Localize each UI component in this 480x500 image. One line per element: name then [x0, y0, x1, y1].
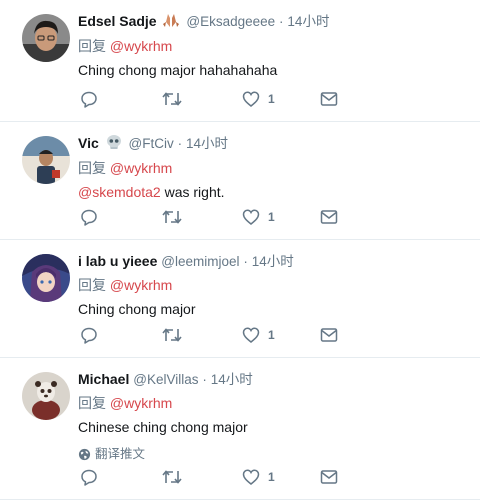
reply-prefix: 回复: [78, 395, 106, 411]
reply-to-link[interactable]: @wykrhm: [110, 277, 172, 293]
translate-tweet-link[interactable]: 翻译推文: [78, 445, 480, 463]
like-button[interactable]: 1: [242, 467, 275, 487]
separator-dot: ·: [202, 372, 207, 387]
reply-prefix: 回复: [78, 160, 106, 176]
reply-icon: [81, 327, 97, 344]
tweet-actions: 1: [80, 207, 340, 227]
reply-to-link[interactable]: @wykrhm: [110, 160, 172, 176]
reply-context: 回复 @wykrhm: [78, 275, 480, 295]
avatar[interactable]: [22, 254, 70, 302]
like-count: 1: [268, 470, 275, 484]
like-count: 1: [268, 210, 275, 224]
reply-to-link[interactable]: @wykrhm: [110, 395, 172, 411]
reply-button[interactable]: [80, 467, 98, 487]
user-handle[interactable]: @KelVillas: [133, 372, 198, 387]
tweet-text: Ching chong major: [78, 301, 196, 317]
separator-dot: ·: [243, 254, 248, 269]
reply-icon: [81, 469, 97, 486]
user-handle[interactable]: @FtCiv: [129, 136, 174, 151]
timestamp[interactable]: 14小时: [211, 372, 253, 387]
heart-icon: [242, 469, 260, 485]
reply-button[interactable]: [80, 89, 98, 109]
reply-icon: [81, 91, 97, 108]
message-icon: [320, 328, 338, 342]
message-icon: [320, 470, 338, 484]
direct-message-button[interactable]: [320, 207, 338, 227]
reply-feed: Edsel Sadje @Eksadgeeee · 14小时 回复 @wykrh…: [0, 0, 480, 500]
tweet[interactable]: Edsel Sadje @Eksadgeeee · 14小时 回复 @wykrh…: [0, 0, 480, 122]
tweet-actions: 1: [80, 467, 340, 487]
heart-icon: [242, 91, 260, 107]
timestamp[interactable]: 14小时: [287, 14, 329, 29]
mention-link[interactable]: @skemdota2: [78, 184, 161, 200]
heart-icon: [242, 327, 260, 343]
reply-button[interactable]: [80, 325, 98, 345]
like-button[interactable]: 1: [242, 89, 275, 109]
tweet-actions: 1: [80, 325, 340, 345]
retweet-icon: [162, 210, 182, 224]
direct-message-button[interactable]: [320, 89, 338, 109]
display-name[interactable]: i lab u yieee: [78, 253, 157, 269]
retweet-icon: [162, 328, 182, 342]
tweet-actions: 1: [80, 89, 340, 109]
praying-hands-emoji: [162, 12, 180, 34]
display-name[interactable]: Edsel Sadje: [78, 13, 157, 29]
message-icon: [320, 92, 338, 106]
reply-context: 回复 @wykrhm: [78, 393, 480, 413]
retweet-icon: [162, 470, 182, 484]
direct-message-button[interactable]: [320, 325, 338, 345]
user-handle[interactable]: @Eksadgeeee: [186, 14, 275, 29]
display-name[interactable]: Michael: [78, 371, 129, 387]
separator-dot: ·: [279, 14, 284, 29]
tweet-text: @skemdota2 was right.: [78, 182, 480, 202]
timestamp[interactable]: 14小时: [186, 136, 228, 151]
globe-icon: [78, 448, 91, 460]
separator-dot: ·: [177, 136, 183, 151]
reply-prefix: 回复: [78, 277, 106, 293]
avatar[interactable]: [22, 372, 70, 420]
reply-to-link[interactable]: @wykrhm: [110, 38, 172, 54]
tweet[interactable]: i lab u yieee @leemimjoel · 14小时 回复 @wyk…: [0, 240, 480, 358]
avatar[interactable]: [22, 14, 70, 62]
like-count: 1: [268, 92, 275, 106]
reply-button[interactable]: [80, 207, 98, 227]
skull-emoji: [105, 134, 123, 156]
tweet-body: was right.: [160, 184, 225, 200]
retweet-button[interactable]: [162, 325, 182, 345]
retweet-button[interactable]: [162, 207, 182, 227]
timestamp[interactable]: 14小时: [252, 254, 294, 269]
heart-icon: [242, 209, 260, 225]
like-count: 1: [268, 328, 275, 342]
reply-icon: [81, 209, 97, 226]
retweet-button[interactable]: [162, 467, 182, 487]
tweet-text: Chinese ching chong major: [78, 419, 248, 435]
translate-label: 翻译推文: [95, 447, 146, 461]
message-icon: [320, 210, 338, 224]
tweet[interactable]: Michael @KelVillas · 14小时 回复 @wykrhm Chi…: [0, 358, 480, 500]
reply-context: 回复 @wykrhm: [78, 36, 480, 56]
display-name[interactable]: Vic: [78, 135, 99, 151]
retweet-icon: [162, 92, 182, 106]
avatar[interactable]: [22, 136, 70, 184]
reply-context: 回复 @wykrhm: [78, 158, 480, 178]
tweet[interactable]: Vic @FtCiv · 14小时 回复 @wykrhm @skemdota2 …: [0, 122, 480, 240]
direct-message-button[interactable]: [320, 467, 338, 487]
user-handle[interactable]: @leemimjoel: [161, 254, 239, 269]
reply-prefix: 回复: [78, 38, 106, 54]
tweet-text: Ching chong major hahahahaha: [78, 62, 278, 78]
retweet-button[interactable]: [162, 89, 182, 109]
like-button[interactable]: 1: [242, 207, 275, 227]
like-button[interactable]: 1: [242, 325, 275, 345]
